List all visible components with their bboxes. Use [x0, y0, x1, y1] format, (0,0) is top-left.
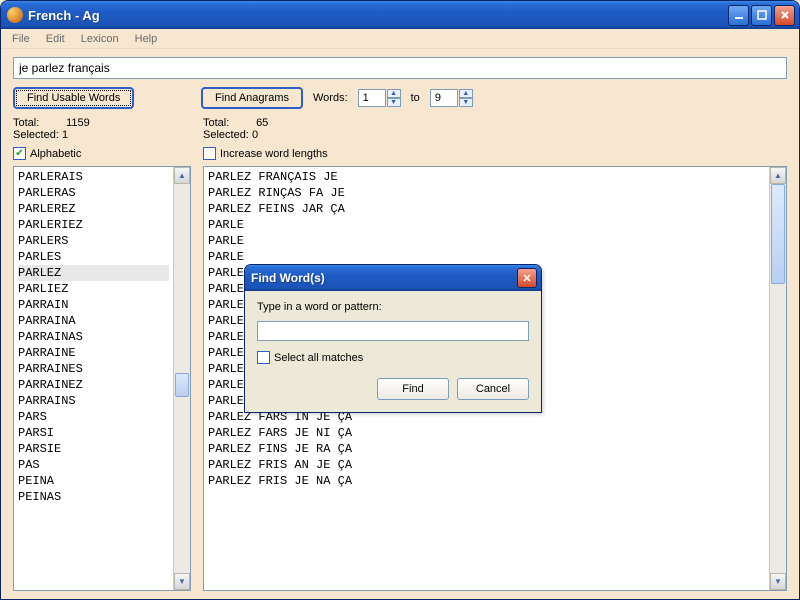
list-item[interactable]: PARRAINEZ: [18, 377, 169, 393]
menu-file[interactable]: File: [5, 31, 37, 47]
list-item[interactable]: PARLE: [208, 249, 765, 265]
list-item[interactable]: PARLEZ RINÇAS FA JE: [208, 185, 765, 201]
list-item[interactable]: PARLERAS: [18, 185, 169, 201]
spinner-up-icon[interactable]: ▲: [459, 89, 473, 98]
dialog-prompt: Type in a word or pattern:: [257, 301, 529, 313]
left-column: Total: 1159 Selected: 1 ✔ Alphabetic PAR…: [13, 117, 191, 591]
cancel-button[interactable]: Cancel: [457, 378, 529, 400]
alphabetic-checkbox[interactable]: ✔ Alphabetic: [13, 147, 191, 160]
scroll-up-icon[interactable]: ▲: [770, 167, 786, 184]
checkbox-icon: [203, 147, 216, 160]
menubar: File Edit Lexicon Help: [1, 29, 799, 49]
scroll-down-icon[interactable]: ▼: [174, 573, 190, 590]
list-item[interactable]: PARLEZ FRIS JE NA ÇA: [208, 473, 765, 489]
list-item[interactable]: PARLEREZ: [18, 201, 169, 217]
words-to-input[interactable]: [430, 89, 458, 107]
list-item[interactable]: PARLERS: [18, 233, 169, 249]
scroll-up-icon[interactable]: ▲: [174, 167, 190, 184]
list-item[interactable]: PARLERAIS: [18, 169, 169, 185]
select-all-matches-label: Select all matches: [274, 352, 363, 364]
usable-words-list[interactable]: PARLERAISPARLERASPARLEREZPARLERIEZPARLER…: [13, 166, 191, 591]
list-item[interactable]: PEINAS: [18, 489, 169, 505]
list-item[interactable]: PARS: [18, 409, 169, 425]
words-from-input[interactable]: [358, 89, 386, 107]
list-item[interactable]: PARRAINA: [18, 313, 169, 329]
list-item[interactable]: PARLEZ FRIS AN JE ÇA: [208, 457, 765, 473]
words-to-spinner[interactable]: ▲▼: [430, 89, 473, 107]
phrase-input[interactable]: [13, 57, 787, 79]
scrollbar[interactable]: ▲ ▼: [173, 167, 190, 590]
app-icon: [7, 7, 23, 23]
list-item[interactable]: PARLEZ: [18, 265, 169, 281]
spinner-down-icon[interactable]: ▼: [387, 98, 401, 107]
menu-help[interactable]: Help: [128, 31, 165, 47]
list-item[interactable]: PARLE: [208, 233, 765, 249]
list-item[interactable]: PARRAINES: [18, 361, 169, 377]
maximize-button[interactable]: [751, 5, 772, 26]
checkbox-icon: [257, 351, 270, 364]
right-total-label: Total:: [203, 117, 253, 129]
window-title: French - Ag: [28, 8, 728, 23]
left-total-value: 1159: [66, 117, 90, 129]
spinner-up-icon[interactable]: ▲: [387, 89, 401, 98]
menu-edit[interactable]: Edit: [39, 31, 72, 47]
list-item[interactable]: PARSI: [18, 425, 169, 441]
spinner-down-icon[interactable]: ▼: [459, 98, 473, 107]
words-label: Words:: [313, 92, 348, 104]
list-item[interactable]: PARLE: [208, 217, 765, 233]
list-item[interactable]: PAS: [18, 457, 169, 473]
dialog-close-button[interactable]: ✕: [517, 268, 537, 288]
scroll-thumb[interactable]: [175, 373, 189, 397]
list-item[interactable]: PARLEZ FRANÇAIS JE: [208, 169, 765, 185]
list-item[interactable]: PARRAINE: [18, 345, 169, 361]
right-selected-label: Selected:: [203, 129, 249, 141]
pattern-input[interactable]: [257, 321, 529, 341]
scroll-down-icon[interactable]: ▼: [770, 573, 786, 590]
find-anagrams-button[interactable]: Find Anagrams: [201, 87, 303, 109]
right-total-value: 65: [256, 117, 268, 129]
dialog-title: Find Word(s): [251, 271, 517, 285]
titlebar[interactable]: French - Ag: [1, 1, 799, 29]
close-button[interactable]: [774, 5, 795, 26]
list-item[interactable]: PARLEZ FEINS JAR ÇA: [208, 201, 765, 217]
list-item[interactable]: PARRAINS: [18, 393, 169, 409]
words-to-label: to: [411, 92, 420, 104]
increase-lengths-checkbox[interactable]: Increase word lengths: [203, 147, 787, 160]
increase-lengths-label: Increase word lengths: [220, 148, 328, 160]
select-all-matches-checkbox[interactable]: Select all matches: [257, 351, 529, 364]
right-selected-value: 0: [252, 129, 258, 141]
checkbox-icon: ✔: [13, 147, 26, 160]
find-button[interactable]: Find: [377, 378, 449, 400]
left-selected-label: Selected:: [13, 129, 59, 141]
scrollbar[interactable]: ▲ ▼: [769, 167, 786, 590]
left-total-label: Total:: [13, 117, 63, 129]
menu-lexicon[interactable]: Lexicon: [74, 31, 126, 47]
list-item[interactable]: PARSIE: [18, 441, 169, 457]
list-item[interactable]: PARLIEZ: [18, 281, 169, 297]
find-usable-words-button[interactable]: Find Usable Words: [13, 87, 134, 109]
list-item[interactable]: PARRAINAS: [18, 329, 169, 345]
list-item[interactable]: PARRAIN: [18, 297, 169, 313]
list-item[interactable]: PARLERIEZ: [18, 217, 169, 233]
list-item[interactable]: PARLES: [18, 249, 169, 265]
left-selected-value: 1: [62, 129, 68, 141]
alphabetic-label: Alphabetic: [30, 148, 81, 160]
list-item[interactable]: PARLEZ FARS JE NI ÇA: [208, 425, 765, 441]
minimize-button[interactable]: [728, 5, 749, 26]
words-from-spinner[interactable]: ▲▼: [358, 89, 401, 107]
scroll-thumb[interactable]: [771, 184, 785, 284]
list-item[interactable]: PEINA: [18, 473, 169, 489]
find-words-dialog: Find Word(s) ✕ Type in a word or pattern…: [244, 264, 542, 413]
list-item[interactable]: PARLEZ FINS JE RA ÇA: [208, 441, 765, 457]
